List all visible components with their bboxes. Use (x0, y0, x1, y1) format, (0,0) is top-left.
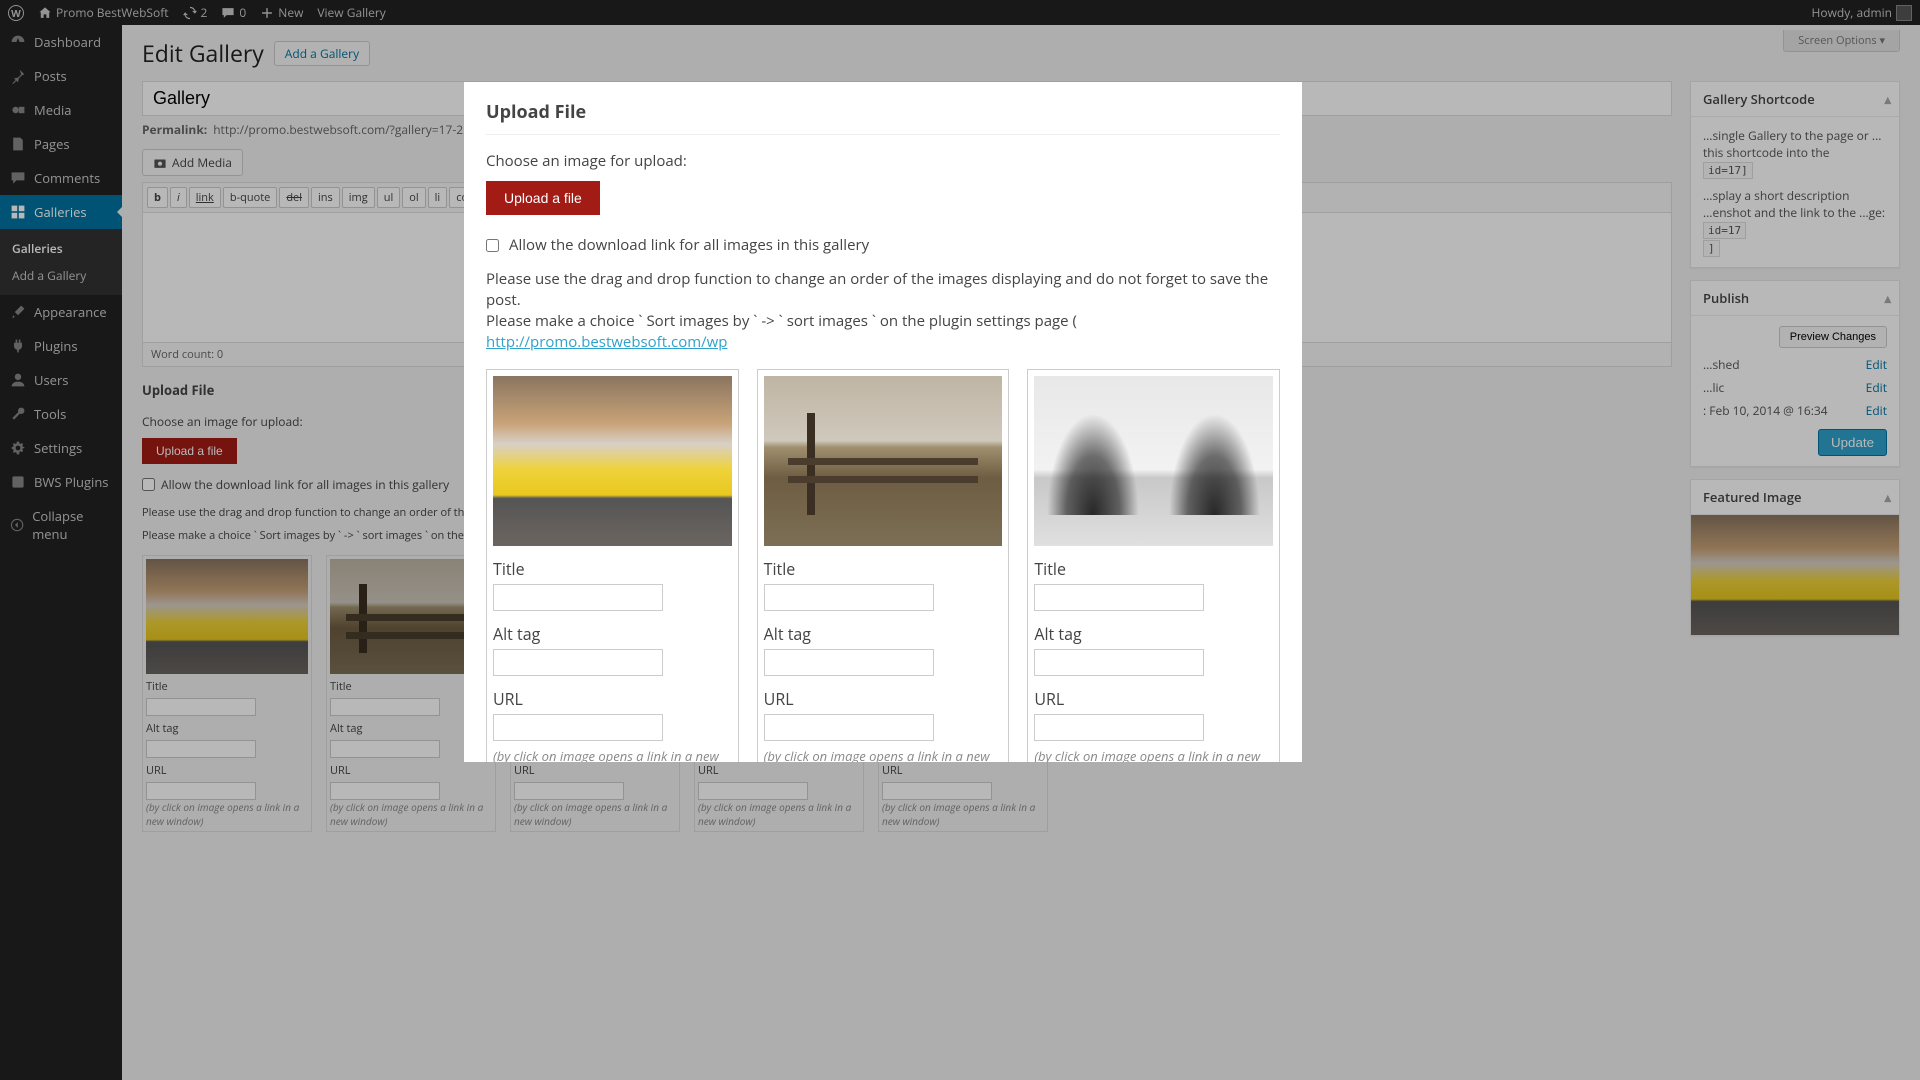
upload-file-button[interactable]: Upload a file (486, 181, 600, 215)
image-thumb[interactable] (764, 376, 1003, 546)
alt-input[interactable] (493, 649, 663, 676)
click-note: (by click on image opens a link in a new… (1034, 747, 1273, 762)
url-input[interactable] (1034, 714, 1204, 741)
alt-label: Alt tag (1034, 623, 1273, 645)
alt-label: Alt tag (493, 623, 732, 645)
title-label: Title (764, 558, 1003, 580)
choose-prompt: Choose an image for upload: (486, 151, 1280, 171)
url-label: URL (764, 688, 1003, 710)
title-input[interactable] (764, 584, 934, 611)
title-label: Title (1034, 558, 1273, 580)
image-card: Title Alt tag URL (by click on image ope… (1027, 369, 1280, 762)
allow-download-checkbox[interactable] (486, 239, 499, 252)
image-thumb[interactable] (493, 376, 732, 546)
alt-label: Alt tag (764, 623, 1003, 645)
image-thumb[interactable] (1034, 376, 1273, 546)
title-input[interactable] (1034, 584, 1204, 611)
click-note: (by click on image opens a link in a new… (764, 747, 1003, 762)
alt-input[interactable] (1034, 649, 1204, 676)
url-label: URL (493, 688, 732, 710)
settings-link[interactable]: http://promo.bestwebsoft.com/wp (486, 332, 727, 352)
modal-heading: Upload File (486, 100, 1280, 135)
image-card: Title Alt tag URL (by click on image ope… (486, 369, 739, 762)
url-input[interactable] (764, 714, 934, 741)
title-input[interactable] (493, 584, 663, 611)
url-input[interactable] (493, 714, 663, 741)
modal-info: Please use the drag and drop function to… (486, 269, 1280, 353)
title-label: Title (493, 558, 732, 580)
allow-download-label: Allow the download link for all images i… (509, 235, 869, 255)
url-label: URL (1034, 688, 1273, 710)
alt-input[interactable] (764, 649, 934, 676)
upload-file-modal: Upload File Choose an image for upload: … (464, 82, 1302, 762)
click-note: (by click on image opens a link in a new… (493, 747, 732, 762)
image-card: Title Alt tag URL (by click on image ope… (757, 369, 1010, 762)
